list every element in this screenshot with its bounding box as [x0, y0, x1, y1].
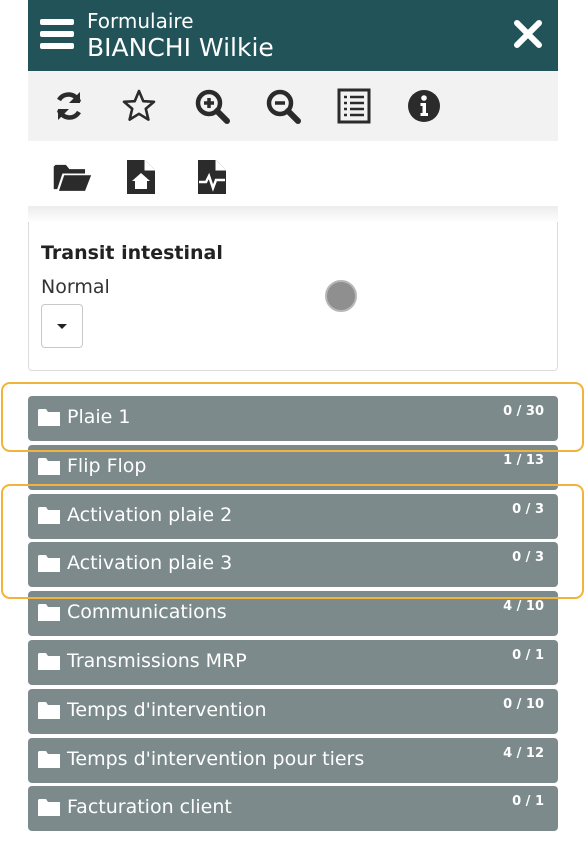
folder-item[interactable]: Transmissions MRP 0 / 1: [28, 640, 558, 685]
folder-icon: [38, 750, 60, 768]
folder-icon: [38, 798, 60, 816]
folder-icon: [38, 701, 60, 719]
folder-open-icon[interactable]: [52, 157, 92, 197]
loading-indicator: [325, 280, 357, 312]
folder-count: 0 / 1: [512, 648, 544, 663]
folder-label: Temps d'intervention pour tiers: [67, 748, 365, 770]
caret-down-icon: [57, 323, 67, 329]
folder-icon: [38, 603, 60, 621]
zoom-in-icon[interactable]: [192, 86, 232, 126]
field-value: Normal: [41, 276, 110, 298]
folder-count: 4 / 12: [503, 746, 544, 761]
highlight-box: [1, 484, 584, 599]
field-label: Transit intestinal: [41, 242, 223, 264]
form-field-card: Transit intestinal Normal: [28, 222, 558, 371]
folder-item[interactable]: Temps d'intervention pour tiers 4 / 12: [28, 738, 558, 783]
folder-label: Temps d'intervention: [67, 699, 267, 721]
folder-label: Transmissions MRP: [67, 650, 247, 672]
folder-icon: [38, 652, 60, 670]
zoom-out-icon[interactable]: [263, 86, 303, 126]
folder-label: Flip Flop: [67, 455, 147, 477]
folder-label: Facturation client: [67, 796, 232, 818]
file-pulse-icon[interactable]: [192, 157, 232, 197]
menu-icon[interactable]: [40, 19, 74, 53]
folder-label: Communications: [67, 601, 227, 623]
folder-count: 0 / 1: [512, 794, 544, 809]
header-subtitle: Formulaire: [87, 9, 194, 33]
file-home-icon[interactable]: [121, 157, 161, 197]
form-header: Formulaire BIANCHI Wilkie: [28, 0, 558, 71]
folder-item[interactable]: Temps d'intervention 0 / 10: [28, 689, 558, 734]
folder-count: 0 / 10: [503, 697, 544, 712]
field-dropdown-button[interactable]: [41, 304, 83, 348]
folder-item[interactable]: Facturation client 0 / 1: [28, 786, 558, 831]
close-icon[interactable]: [506, 12, 550, 56]
info-icon[interactable]: [404, 86, 444, 126]
refresh-icon[interactable]: [49, 86, 89, 126]
star-icon[interactable]: [119, 86, 159, 126]
header-title: BIANCHI Wilkie: [87, 33, 274, 62]
folder-icon: [38, 457, 60, 475]
toolbar-secondary: [28, 141, 558, 211]
list-icon[interactable]: [334, 86, 374, 126]
folder-count: 4 / 10: [503, 599, 544, 614]
highlight-box: [1, 382, 584, 452]
folder-count: 1 / 13: [503, 453, 544, 468]
toolbar: [28, 71, 558, 141]
